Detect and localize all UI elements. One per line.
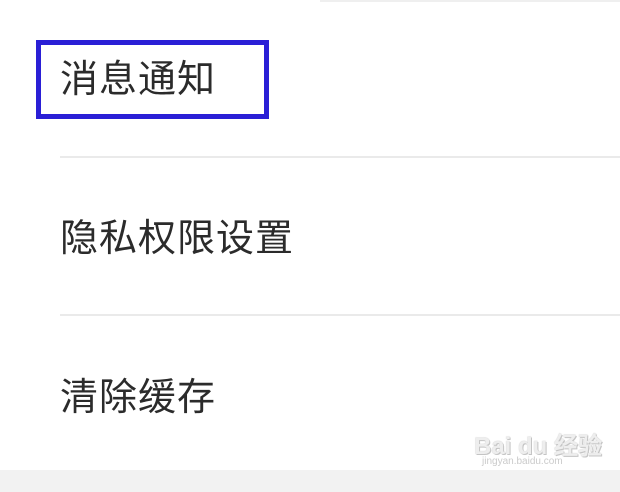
settings-screen: 消息通知 隐私权限设置 清除缓存 Bai du 经验 jingyan.baidu… xyxy=(0,0,620,492)
watermark-logo: Bai du 经验 jingyan.baidu.com xyxy=(474,426,614,476)
highlight-box xyxy=(36,40,269,119)
watermark-url: jingyan.baidu.com xyxy=(482,456,563,467)
settings-item-privacy-permissions[interactable]: 隐私权限设置 xyxy=(0,158,620,316)
settings-item-label: 清除缓存 xyxy=(60,375,217,419)
settings-item-label: 隐私权限设置 xyxy=(60,216,295,260)
